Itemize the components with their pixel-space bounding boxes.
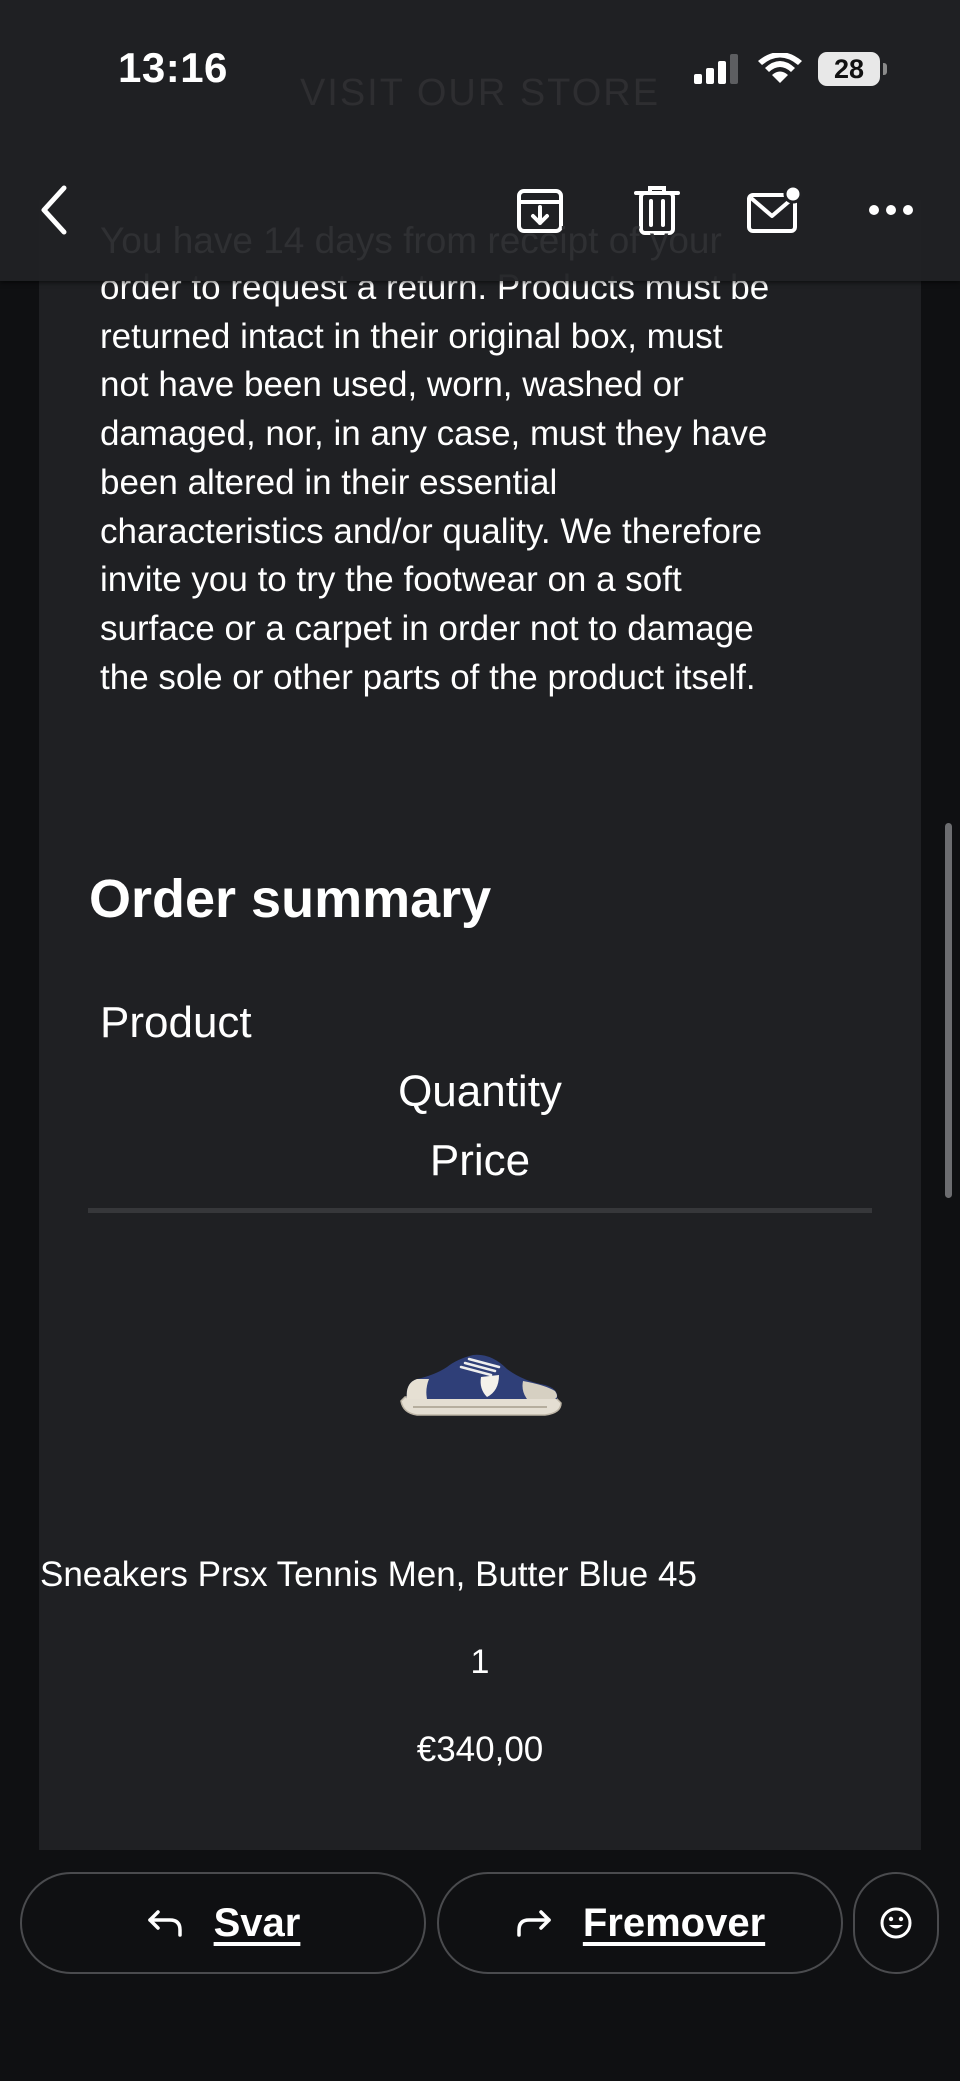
more-horizontal-icon	[869, 205, 913, 215]
reply-button[interactable]: Svar	[20, 1872, 426, 1974]
email-toolbar	[0, 170, 960, 250]
battery-level: 28	[833, 53, 865, 84]
forward-button[interactable]: Fremover	[437, 1872, 843, 1974]
battery-icon: 28	[818, 52, 887, 86]
policy-line: characteristics and/or quality. We there…	[100, 511, 763, 551]
return-policy-text: order to request a return. Products must…	[100, 264, 880, 702]
archive-icon	[517, 189, 563, 233]
policy-line: invite you to try the footwear on a soft	[100, 560, 682, 600]
order-summary-heading: Order summary	[89, 869, 492, 929]
delete-button[interactable]	[625, 178, 689, 242]
trash-icon	[634, 186, 680, 235]
product-quantity: 1	[470, 1643, 490, 1681]
emoji-smile-icon	[880, 1907, 912, 1939]
reply-label: Svar	[213, 1900, 301, 1945]
cellular-signal-icon	[694, 54, 738, 84]
summary-divider	[88, 1208, 872, 1213]
policy-line: the sole or other parts of the product i…	[100, 657, 756, 697]
policy-line: returned intact in their original box, m…	[100, 316, 723, 356]
wifi-icon	[758, 53, 802, 83]
back-button[interactable]	[22, 178, 86, 242]
policy-line: surface or a carpet in order not to dama…	[100, 608, 754, 648]
product-name: Sneakers Prsx Tennis Men, Butter Blue 45	[40, 1555, 697, 1594]
chevron-left-icon	[41, 185, 67, 235]
emoji-reaction-button[interactable]	[853, 1872, 939, 1974]
policy-line: damaged, nor, in any case, must they hav…	[100, 414, 768, 454]
more-button[interactable]	[859, 178, 923, 242]
scrollbar-thumb[interactable]	[945, 823, 952, 1198]
mail-unread-icon	[747, 185, 802, 233]
archive-button[interactable]	[508, 178, 572, 242]
reply-arrow-icon	[147, 1910, 182, 1937]
sneaker-image[interactable]	[395, 1345, 565, 1425]
forward-label: Fremover	[582, 1900, 766, 1945]
battery-nub	[883, 63, 887, 75]
top-bar: 13:16 28	[0, 0, 960, 281]
column-header-product: Product	[100, 998, 252, 1047]
status-icons: 28	[694, 52, 887, 86]
product-price: €340,00	[416, 1730, 544, 1769]
status-time: 13:16	[118, 44, 228, 91]
forward-arrow-icon	[517, 1910, 551, 1937]
column-header-quantity: Quantity	[398, 1067, 562, 1116]
bottom-action-bar: Svar Fremover	[0, 1860, 960, 2081]
column-header-price: Price	[429, 1136, 531, 1185]
mark-unread-button[interactable]	[742, 178, 806, 242]
policy-line: not have been used, worn, washed or	[100, 365, 684, 405]
policy-line: been altered in their essential	[100, 462, 558, 502]
